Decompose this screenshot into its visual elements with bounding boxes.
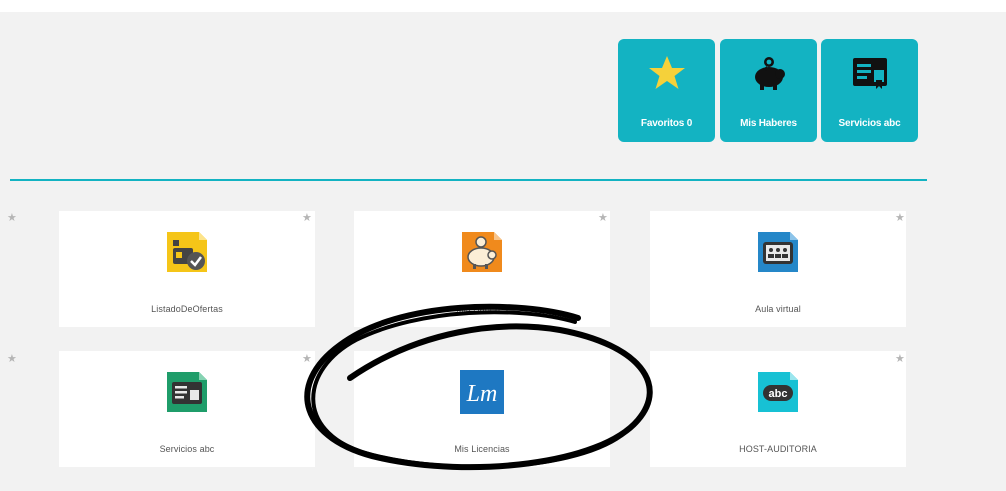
favorite-star-icon[interactable]: ★ [7, 354, 17, 365]
favorite-star-icon[interactable]: ★ [895, 354, 905, 365]
favorites-button[interactable]: Favoritos 0 [618, 39, 715, 142]
app-card-host-auditoria[interactable]: abc HOST-AUDITORIA [650, 351, 906, 467]
mis-haberes-button[interactable]: Mis Haberes [720, 39, 817, 142]
app-card-listado-de-ofertas[interactable]: ListadoDeOfertas [59, 211, 315, 327]
id-badge-check-icon [167, 232, 207, 272]
piggy-bank-icon [755, 57, 785, 90]
section-divider [10, 179, 927, 181]
card-label: Mis Haberes [456, 304, 508, 314]
piggy-bank-icon [462, 232, 502, 272]
classroom-icon [758, 232, 798, 272]
lm-logo-icon: Lm [460, 370, 504, 414]
app-card-servicios-abc[interactable]: Servicios abc [59, 351, 315, 467]
card-label: HOST-AUDITORIA [739, 444, 817, 454]
abc-badge-icon: abc [758, 372, 798, 412]
card-label: Mis Licencias [454, 444, 510, 454]
servicios-abc-button[interactable]: Servicios abc [821, 39, 918, 142]
app-card-mis-haberes[interactable]: Mis Haberes [354, 211, 610, 327]
app-card-mis-licencias[interactable]: Lm Mis Licencias [354, 351, 610, 467]
svg-text:Lm: Lm [466, 381, 498, 407]
card-label: Servicios abc [159, 444, 215, 454]
favorite-star-icon[interactable]: ★ [302, 354, 312, 365]
service-card-icon [167, 372, 207, 412]
star-icon [649, 56, 685, 89]
app-card-aula-virtual[interactable]: Aula virtual [650, 211, 906, 327]
svg-text:abc: abc [769, 388, 788, 400]
service-card-icon [853, 58, 887, 89]
servicios-abc-label: Servicios abc [838, 118, 901, 129]
favorite-star-icon[interactable]: ★ [895, 213, 905, 224]
favorite-star-icon[interactable]: ★ [302, 213, 312, 224]
favorite-star-icon[interactable]: ★ [598, 213, 608, 224]
card-label: Aula virtual [755, 304, 801, 314]
card-label: ListadoDeOfertas [151, 304, 223, 314]
mis-haberes-label: Mis Haberes [740, 118, 797, 129]
favorite-star-icon[interactable]: ★ [7, 213, 17, 224]
favorites-label: Favoritos 0 [640, 118, 693, 129]
